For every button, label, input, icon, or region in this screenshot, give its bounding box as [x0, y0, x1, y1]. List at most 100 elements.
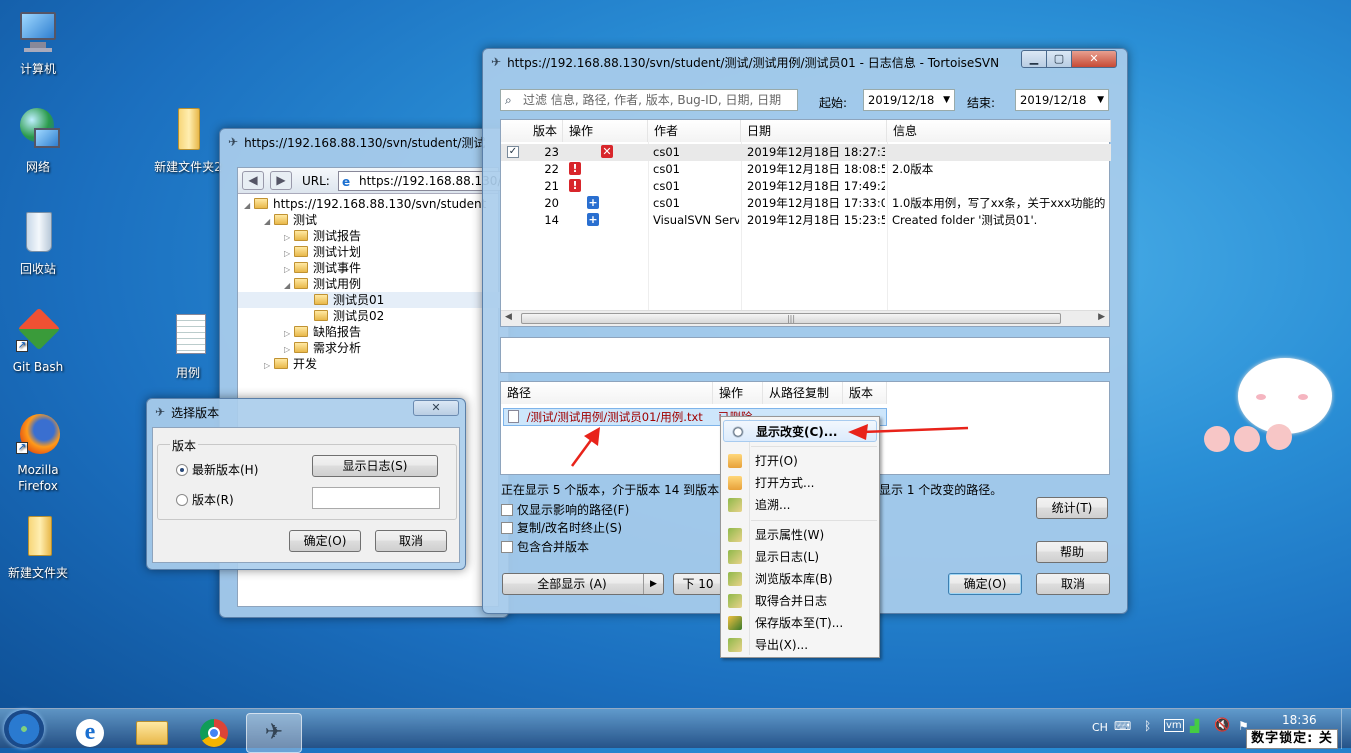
forward-button[interactable]: ▶ — [270, 171, 292, 190]
select-revision-title: 选择版本 — [171, 405, 220, 420]
cancel-button[interactable]: 取消 — [1036, 573, 1110, 595]
log-row[interactable]: 22! cs01 2019年12月18日 18:08:58 2.0版本 — [501, 161, 1111, 178]
desktop-icon-recycle-bin[interactable]: 回收站 — [0, 208, 76, 277]
next-100-button[interactable]: 下 10 — [673, 573, 723, 595]
show-log-button[interactable]: 显示日志(S) — [312, 455, 438, 477]
recycle-bin-icon — [14, 208, 62, 256]
show-desktop-button[interactable] — [1341, 709, 1351, 749]
keyboard-icon[interactable]: ⌨ — [1114, 719, 1131, 733]
context-menu-item[interactable]: 导出(X)... — [721, 634, 879, 656]
tree-item-test[interactable]: ◢ 测试 — [264, 212, 317, 228]
taskbar-tortoisesvn-button[interactable]: ✈ — [246, 713, 302, 753]
tree-item-test-case[interactable]: ◢ 测试用例 — [284, 276, 361, 292]
desktop-icon-git-bash[interactable]: ↗ Git Bash — [0, 307, 76, 374]
back-button[interactable]: ◀ — [242, 171, 264, 190]
log-row[interactable]: 20 + cs01 2019年12月18日 17:33:03 1.0版本用例，写了xx条… — [501, 195, 1111, 212]
radio-dot — [176, 464, 188, 476]
network-status-icon[interactable]: ▟ — [1190, 719, 1199, 733]
scroll-thumb[interactable]: ||| — [521, 313, 1061, 324]
path-col-header-action[interactable]: 操作 — [713, 382, 763, 404]
language-indicator[interactable]: CH — [1092, 721, 1108, 734]
scroll-right-arrow[interactable]: ▶ — [1098, 312, 1105, 322]
scroll-left-arrow[interactable]: ◀ — [505, 312, 512, 322]
context-menu-item[interactable]: 追溯... — [721, 494, 879, 516]
close-button[interactable]: ✕ — [413, 400, 459, 416]
desktop-icon-firefox[interactable]: ↗ Mozilla Firefox — [0, 410, 76, 494]
radio-latest-revision[interactable]: 最新版本(H) — [176, 461, 258, 478]
tree-item-requirements[interactable]: ▷ 需求分析 — [284, 340, 361, 356]
tree-item-test-event[interactable]: ▷ 测试事件 — [284, 260, 361, 276]
context-menu-item[interactable]: 取得合并日志 — [721, 590, 879, 612]
context-menu-item[interactable]: 打开方式... — [721, 472, 879, 494]
path-col-header-copyfrom[interactable]: 从路径复制 — [763, 382, 843, 404]
context-menu-item[interactable]: 显示属性(W) — [721, 524, 879, 546]
pig-wallpaper-decoration — [1200, 348, 1340, 463]
col-header-message[interactable]: 信息 — [887, 120, 1111, 142]
help-button[interactable]: 帮助 — [1036, 541, 1108, 563]
to-date-picker[interactable]: 2019/12/18 ▼ — [1015, 89, 1109, 111]
taskbar-ie-button[interactable]: e — [62, 713, 118, 753]
taskbar: e ✈ CH ⌨ ᛒ vm ▟ 🔇 ⚑ 18:36 数字锁定: 关 — [0, 708, 1351, 753]
repo-browser-titlebar[interactable]: ✈ https://192.168.88.130/svn/student/测试 — [220, 129, 508, 155]
show-all-button[interactable]: 全部显示 (A) ▶ — [502, 573, 664, 595]
context-menu-item[interactable]: 保存版本至(T)... — [721, 612, 879, 634]
ok-button[interactable]: 确定(O) — [948, 573, 1022, 595]
taskbar-explorer-button[interactable] — [124, 713, 180, 753]
cancel-button[interactable]: 取消 — [375, 530, 447, 552]
log-message-box[interactable] — [500, 337, 1110, 373]
radio-revision[interactable]: 版本(R) — [176, 491, 234, 508]
desktop-icon-network[interactable]: 网络 — [0, 106, 76, 175]
col-header-author[interactable]: 作者 — [648, 120, 741, 142]
modify-action-icon: ! — [569, 179, 581, 192]
check-affected-paths[interactable]: 仅显示影响的路径(F) — [501, 501, 629, 518]
path-col-header-path[interactable]: 路径 — [501, 382, 713, 404]
context-menu-item-label: 取得合并日志 — [755, 594, 828, 608]
statistics-button[interactable]: 统计(T) — [1036, 497, 1108, 519]
clock[interactable]: 18:36 — [1282, 713, 1317, 727]
maximize-button[interactable]: ▢ — [1046, 50, 1072, 68]
firefox-icon: ↗ — [14, 410, 62, 458]
tree-item-defect-report[interactable]: ▷ 缺陷报告 — [284, 324, 361, 340]
context-menu-item[interactable]: 浏览版本库(B) — [721, 568, 879, 590]
from-date-picker[interactable]: 2019/12/18 ▼ — [863, 89, 955, 111]
col-header-action[interactable]: 操作 — [563, 120, 648, 142]
desktop-icon-computer[interactable]: 计算机 — [0, 8, 76, 77]
status-text-tail: 显示 1 个改变的路径。 — [879, 483, 1003, 497]
revision-number-input[interactable] — [312, 487, 440, 509]
volume-muted-icon[interactable]: 🔇 — [1214, 718, 1230, 733]
desktop-icon-text-file[interactable]: 用例 — [150, 312, 226, 381]
log-row[interactable]: ✓ 23 ✕ cs01 2019年12月18日 18:27:32 — [501, 144, 1111, 161]
context-menu-item[interactable]: 显示改变(C)... — [723, 420, 877, 442]
log-row[interactable]: 21! cs01 2019年12月18日 17:49:24 — [501, 178, 1111, 195]
folder-icon — [14, 512, 62, 560]
merge-log-icon — [728, 594, 742, 608]
context-menu-item[interactable]: 打开(O) — [721, 450, 879, 472]
tree-item-dev[interactable]: ▷ 开发 — [264, 356, 317, 372]
tree-item-test-report[interactable]: ▷ 测试报告 — [284, 228, 361, 244]
search-filter-input[interactable]: ⌕ 过滤 信息, 路径, 作者, 版本, Bug-ID, 日期, 日期 — [500, 89, 798, 111]
tree-item-test-plan[interactable]: ▷ 测试计划 — [284, 244, 361, 260]
bluetooth-icon[interactable]: ᛒ — [1144, 719, 1151, 733]
check-stop-on-copy[interactable]: 复制/改名时终止(S) — [501, 519, 622, 536]
minimize-button[interactable]: ▁ — [1021, 50, 1047, 68]
row-checkbox[interactable]: ✓ — [507, 146, 519, 158]
context-menu-item[interactable]: 显示日志(L) — [721, 546, 879, 568]
tree-item-root[interactable]: ◢ https://192.168.88.130/svn/student — [244, 196, 486, 212]
tree-item-tester02[interactable]: 测试员02 — [304, 308, 384, 324]
desktop-icon-new-folder-2[interactable]: 新建文件夹2 — [148, 106, 228, 175]
desktop-icon-new-folder[interactable]: 新建文件夹 — [0, 512, 76, 581]
taskbar-chrome-button[interactable] — [186, 713, 242, 753]
close-button[interactable]: ✕ — [1071, 50, 1117, 68]
vm-icon[interactable]: vm — [1164, 719, 1184, 732]
col-header-date[interactable]: 日期 — [741, 120, 887, 142]
start-button[interactable] — [4, 710, 44, 748]
split-arrow-icon[interactable]: ▶ — [643, 574, 663, 594]
log-row[interactable]: 14 + VisualSVN Server 2019年12月18日 15:23:52 C… — [501, 212, 1111, 229]
tortoise-icon: ✈ — [155, 405, 166, 419]
col-header-revision[interactable]: 版本 — [501, 120, 563, 142]
check-include-merged[interactable]: 包含合并版本 — [501, 538, 589, 555]
ok-button[interactable]: 确定(O) — [289, 530, 361, 552]
path-col-header-revision[interactable]: 版本 — [843, 382, 887, 404]
tree-item-tester01[interactable]: 测试员01 — [238, 292, 500, 308]
horizontal-scrollbar[interactable]: ◀ ||| ▶ — [501, 310, 1109, 326]
